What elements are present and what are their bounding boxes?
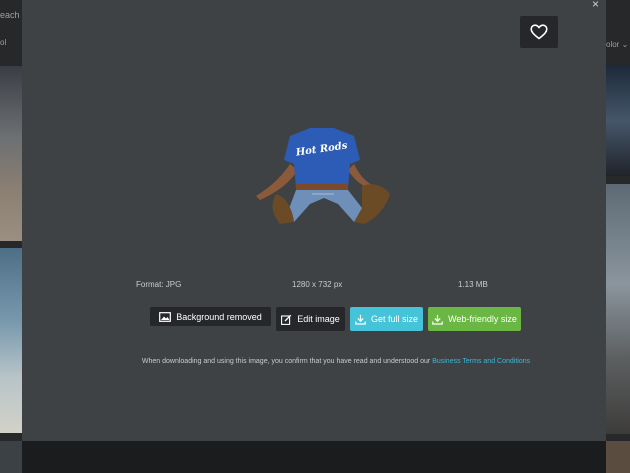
get-full-size-button[interactable]: Get full size — [350, 307, 423, 331]
terms-text: When downloading and using this image, y… — [141, 358, 433, 365]
get-full-size-label: Get full size — [370, 314, 419, 324]
edit-image-label: Edit image — [297, 314, 340, 324]
image-preview-modal: Hot Rods Format: JPG 1280 x 732 px 1.13 … — [22, 0, 606, 441]
favorite-button[interactable] — [520, 16, 558, 48]
image-icon — [159, 311, 172, 322]
chevron-down-icon: ⌄ — [621, 40, 629, 49]
download-icon — [432, 314, 443, 325]
background-removed-button[interactable]: Background removed — [150, 307, 271, 326]
terms-notice: When downloading and using this image, y… — [22, 358, 630, 365]
image-format: Format: JPG — [136, 280, 182, 289]
heart-icon — [530, 24, 548, 40]
web-friendly-size-button[interactable]: Web-friendly size — [428, 307, 521, 331]
gallery-thumbnail[interactable] — [606, 441, 630, 473]
background-filter-text: ol — [0, 38, 7, 47]
gallery-thumbnail[interactable] — [606, 66, 630, 176]
background-color-text: olor — [606, 40, 620, 49]
preview-image: Hot Rods — [256, 128, 390, 224]
edit-image-button[interactable]: Edit image — [276, 307, 345, 331]
image-file-size: 1.13 MB — [458, 280, 488, 289]
gallery-thumbnail[interactable] — [606, 184, 630, 434]
gallery-thumbnail[interactable] — [0, 248, 22, 433]
image-dimensions: 1280 x 732 px — [292, 280, 343, 289]
gallery-thumbnail[interactable] — [0, 66, 22, 241]
background-search-text: each — [0, 10, 20, 20]
background-removed-label: Background removed — [176, 311, 262, 322]
close-icon[interactable]: × — [592, 0, 599, 11]
web-friendly-size-label: Web-friendly size — [448, 314, 517, 324]
background-color-filter: olor ⌄ — [606, 40, 628, 49]
download-icon — [355, 314, 366, 325]
terms-link[interactable]: Business Terms and Conditions — [432, 358, 530, 365]
edit-icon — [281, 314, 292, 325]
gallery-thumbnail[interactable] — [0, 441, 22, 473]
